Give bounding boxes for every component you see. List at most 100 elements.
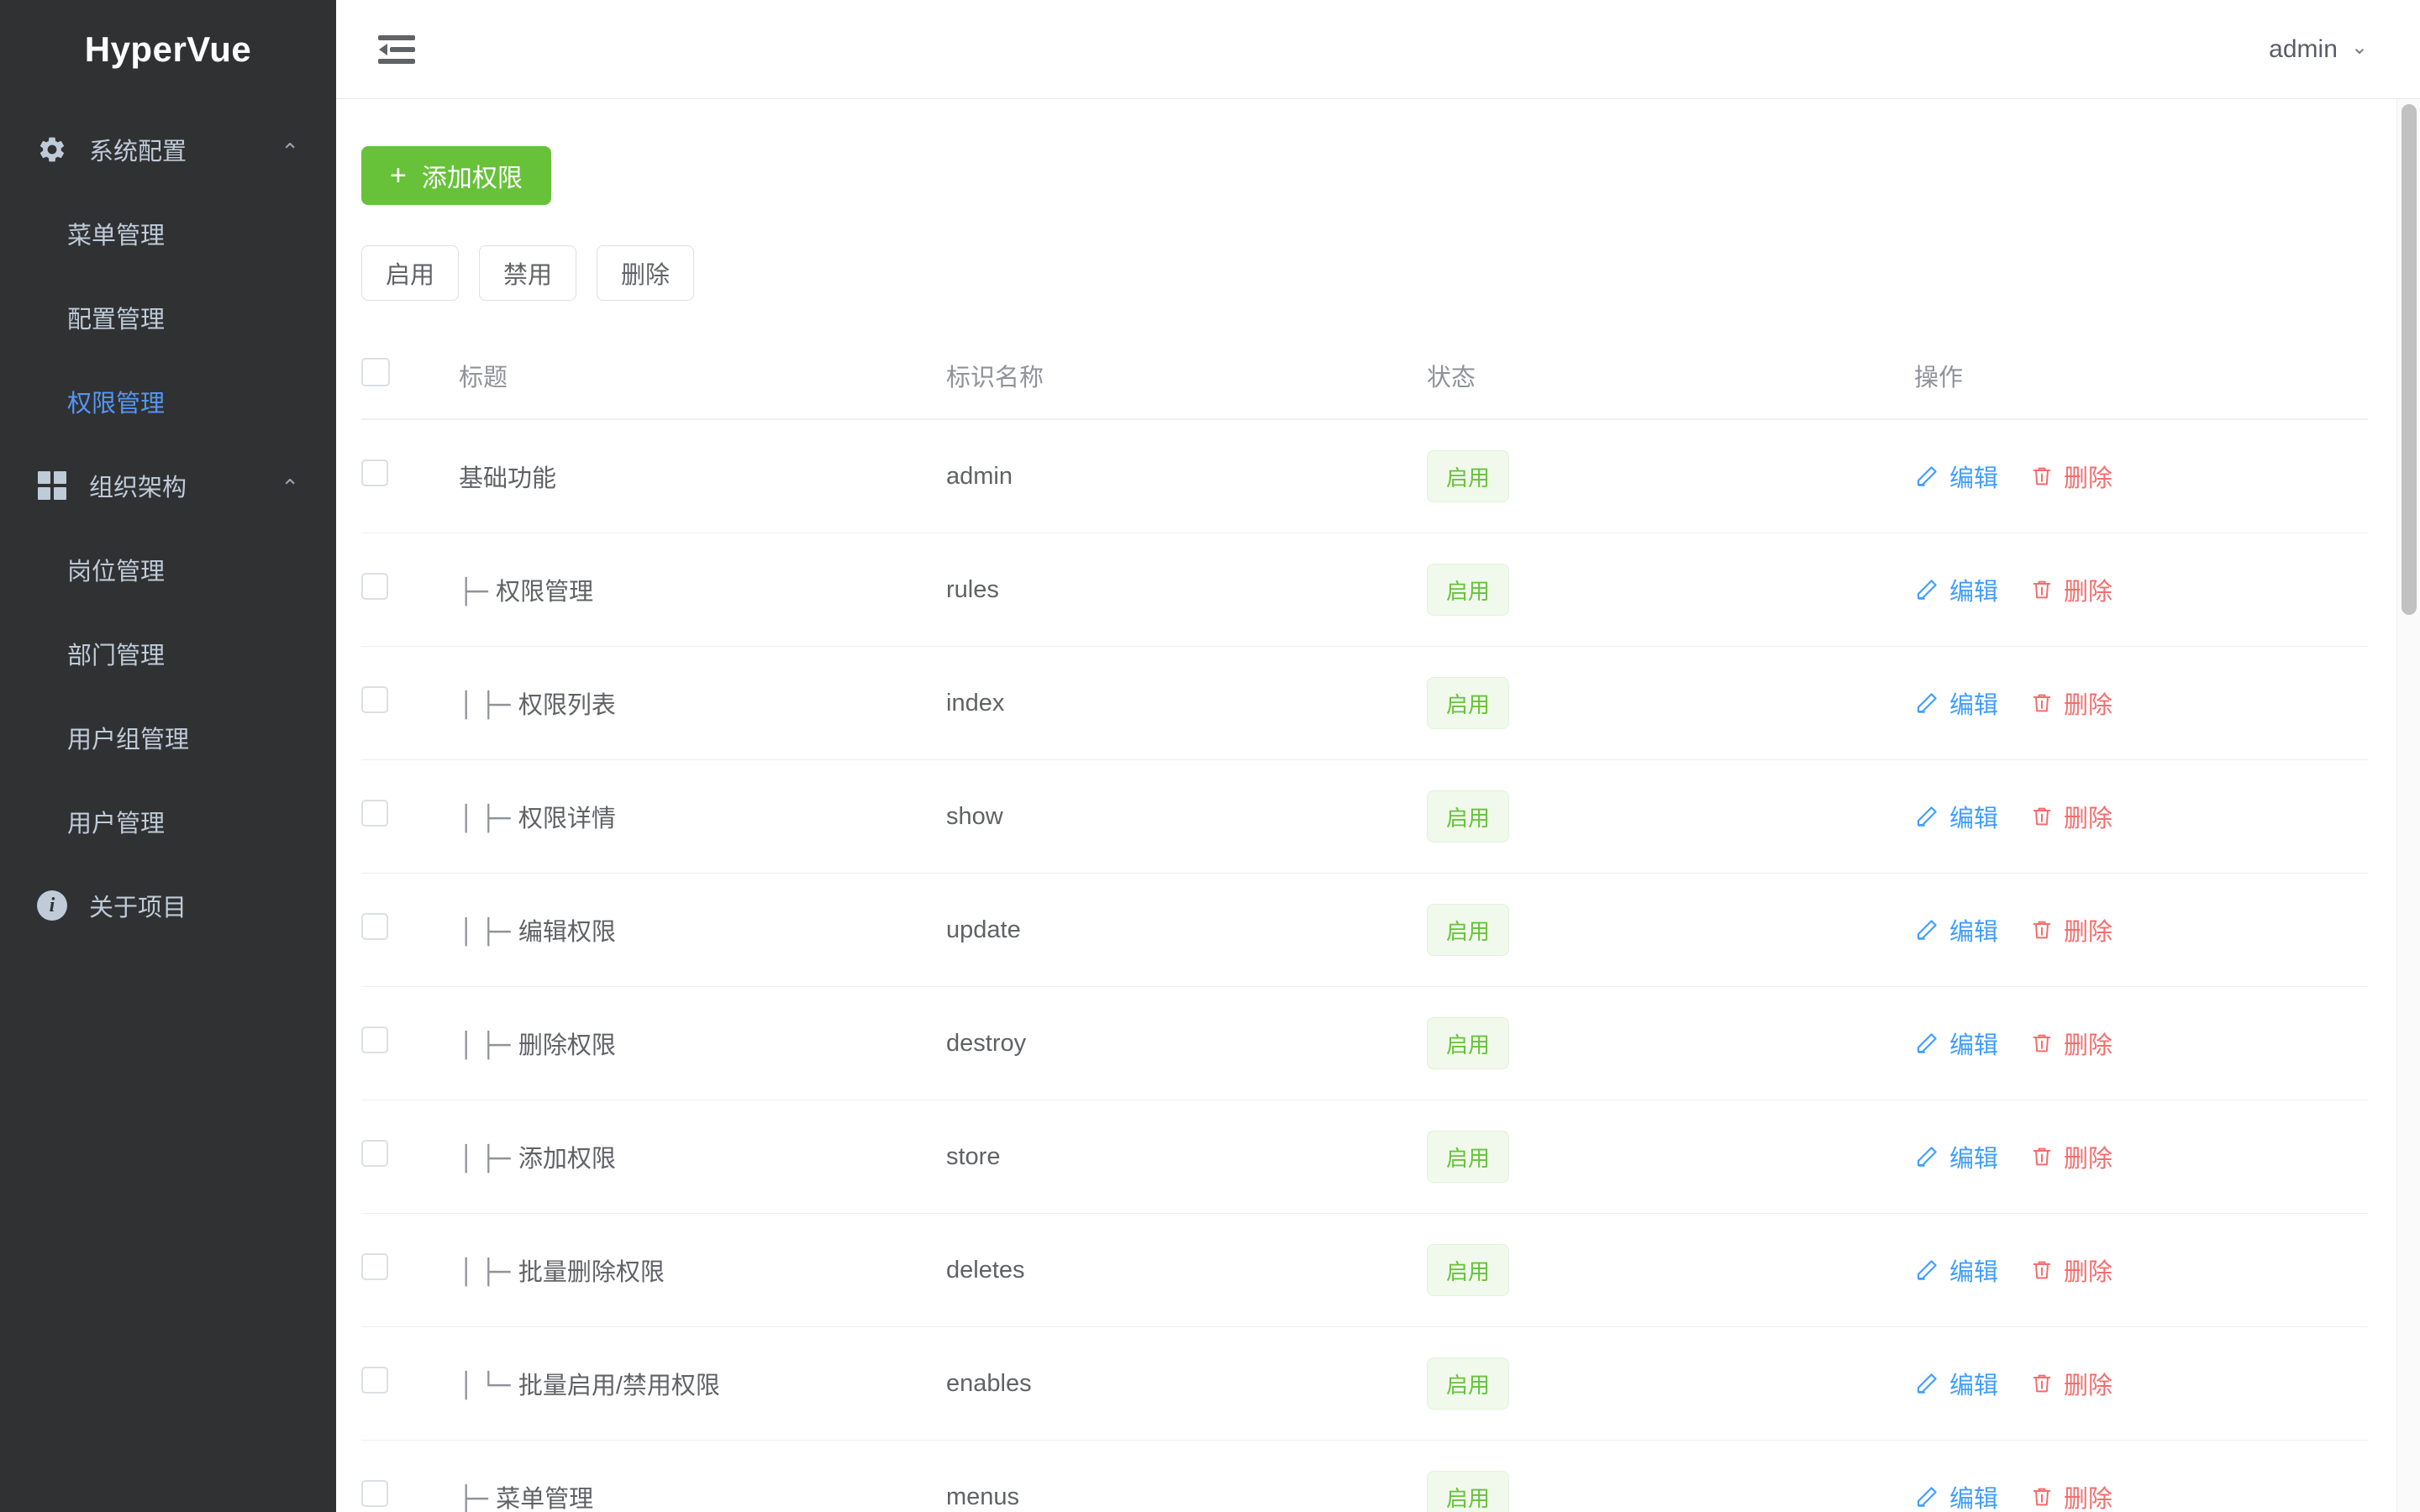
delete-label: 删除: [2064, 1032, 2113, 1059]
vertical-scrollbar[interactable]: [2396, 99, 2420, 1512]
delete-row-button[interactable]: 删除: [2030, 1026, 2112, 1061]
row-select-cell: [361, 1440, 459, 1512]
row-title-cell: ├─ 权限管理: [459, 533, 946, 647]
trash-icon: [2030, 578, 2054, 601]
row-title: 权限列表: [518, 692, 616, 719]
row-checkbox[interactable]: [361, 1253, 388, 1280]
row-status-cell: 启用: [1427, 1213, 1914, 1327]
row-checkbox[interactable]: [361, 573, 388, 600]
row-title-cell: │ └─ 批量启用/禁用权限: [459, 1326, 946, 1441]
edit-row-button[interactable]: 编辑: [1914, 799, 1998, 834]
sidebar-item-label: 岗位管理: [67, 559, 166, 585]
status-badge: 启用: [1427, 1131, 1510, 1183]
sidebar-item-label: 部门管理: [67, 643, 166, 669]
table-row: │ ├─ 权限列表 index 启用 编辑 删除: [361, 646, 2368, 760]
sidebar-item-label: 关于项目: [89, 895, 187, 921]
edit-row-button[interactable]: 编辑: [1914, 1479, 1998, 1512]
pencil-icon: [1914, 464, 1939, 489]
trash-icon: [2030, 1258, 2054, 1282]
delete-row-button[interactable]: 删除: [2030, 912, 2112, 948]
row-title: 批量删除权限: [518, 1259, 665, 1286]
edit-row-button[interactable]: 编辑: [1914, 572, 1998, 607]
edit-row-button[interactable]: 编辑: [1914, 1252, 1998, 1288]
row-checkbox[interactable]: [361, 1140, 388, 1167]
delete-row-button[interactable]: 删除: [2030, 459, 2112, 494]
delete-row-button[interactable]: 删除: [2030, 1252, 2112, 1288]
row-status-cell: 启用: [1427, 1326, 1914, 1441]
row-actions-cell: 编辑 删除: [1914, 646, 2368, 760]
tree-prefix: │ ├─: [459, 1031, 518, 1059]
collapse-sidebar-icon[interactable]: [373, 26, 420, 73]
bulk-delete-button[interactable]: 删除: [597, 245, 695, 301]
sidebar-item-permission-management[interactable]: 权限管理: [0, 360, 336, 444]
pencil-icon: [1914, 690, 1939, 716]
add-permission-button[interactable]: + 添加权限: [361, 146, 551, 205]
delete-label: 删除: [2064, 1486, 2113, 1512]
bulk-enable-button[interactable]: 启用: [361, 245, 460, 301]
tree-prefix: │ ├─: [459, 1257, 518, 1286]
row-checkbox[interactable]: [361, 1026, 388, 1053]
row-checkbox[interactable]: [361, 800, 388, 827]
chevron-up-icon: [281, 476, 299, 498]
row-title: 添加权限: [518, 1146, 616, 1173]
delete-row-button[interactable]: 删除: [2030, 572, 2112, 607]
row-actions-cell: 编辑 删除: [1914, 1326, 2368, 1441]
column-header-status: 状态: [1427, 336, 1914, 420]
table-row: 基础功能 admin 启用 编辑 删除: [361, 419, 2368, 533]
select-all-checkbox[interactable]: [361, 358, 390, 386]
row-title-cell: │ ├─ 批量删除权限: [459, 1213, 946, 1327]
edit-row-button[interactable]: 编辑: [1914, 1139, 1998, 1174]
trash-icon: [2030, 1485, 2054, 1509]
sidebar-group-organization[interactable]: 组织架构: [0, 444, 336, 528]
status-badge: 启用: [1427, 1471, 1510, 1512]
sidebar-item-usergroup-management[interactable]: 用户组管理: [0, 696, 336, 780]
row-checkbox[interactable]: [361, 1480, 388, 1507]
row-select-cell: [361, 419, 459, 533]
delete-row-button[interactable]: 删除: [2030, 685, 2112, 721]
edit-row-button[interactable]: 编辑: [1914, 459, 1998, 494]
row-key-cell: store: [946, 1100, 1427, 1214]
edit-label: 编辑: [1949, 806, 1999, 832]
edit-row-button[interactable]: 编辑: [1914, 1366, 1998, 1401]
sidebar-item-menu-management[interactable]: 菜单管理: [0, 192, 336, 276]
row-checkbox[interactable]: [361, 459, 388, 486]
row-actions: 编辑 删除: [1914, 572, 2368, 607]
row-checkbox[interactable]: [361, 913, 388, 940]
user-menu[interactable]: admin: [2269, 35, 2368, 64]
edit-row-button[interactable]: 编辑: [1914, 685, 1998, 721]
edit-row-button[interactable]: 编辑: [1914, 1026, 1998, 1061]
row-select-cell: [361, 646, 459, 760]
scrollbar-thumb[interactable]: [2402, 104, 2417, 615]
delete-row-button[interactable]: 删除: [2030, 1139, 2112, 1174]
row-status-cell: 启用: [1427, 759, 1914, 874]
row-actions: 编辑 删除: [1914, 912, 2368, 948]
sidebar-item-label: 配置管理: [67, 307, 166, 333]
table-row: │ └─ 批量启用/禁用权限 enables 启用 编辑 删除: [361, 1326, 2368, 1441]
row-title-cell: │ ├─ 添加权限: [459, 1100, 946, 1214]
row-title: 编辑权限: [518, 919, 616, 946]
sidebar-item-department-management[interactable]: 部门管理: [0, 612, 336, 696]
row-key-cell: admin: [946, 419, 1427, 533]
sidebar-group-system-config[interactable]: 系统配置: [0, 108, 336, 192]
delete-row-button[interactable]: 删除: [2030, 1479, 2112, 1512]
sidebar-item-position-management[interactable]: 岗位管理: [0, 528, 336, 612]
row-key-cell: destroy: [946, 986, 1427, 1100]
sidebar-item-about-project[interactable]: i 关于项目: [0, 864, 336, 948]
sidebar-item-user-management[interactable]: 用户管理: [0, 780, 336, 864]
sidebar-item-label: 权限管理: [67, 391, 166, 417]
select-all-cell: [361, 336, 459, 420]
bulk-disable-button[interactable]: 禁用: [479, 245, 577, 301]
tree-prefix: ├─: [459, 1484, 497, 1512]
row-checkbox[interactable]: [361, 1367, 388, 1394]
edit-row-button[interactable]: 编辑: [1914, 912, 1998, 948]
row-title: 删除权限: [518, 1032, 616, 1059]
pencil-icon: [1914, 1257, 1939, 1283]
row-status-cell: 启用: [1427, 533, 1914, 647]
pencil-icon: [1914, 577, 1939, 602]
sidebar-item-config-management[interactable]: 配置管理: [0, 276, 336, 360]
delete-row-button[interactable]: 删除: [2030, 1366, 2112, 1401]
row-checkbox[interactable]: [361, 686, 388, 713]
delete-row-button[interactable]: 删除: [2030, 799, 2112, 834]
row-select-cell: [361, 533, 459, 647]
table-row: │ ├─ 添加权限 store 启用 编辑 删除: [361, 1100, 2368, 1214]
